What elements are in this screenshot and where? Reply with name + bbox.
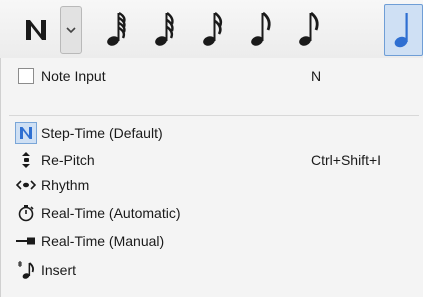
note-input-mode-button[interactable] [14, 8, 58, 50]
step-time-n-icon [15, 122, 37, 144]
note-input-n-icon [26, 20, 46, 40]
note-input-checkbox[interactable] [18, 68, 34, 84]
menu-item-note-input[interactable]: Note Input N [1, 63, 423, 89]
menu-item-label: Rhythm [41, 177, 90, 193]
32nd-note-icon [155, 12, 174, 46]
menu-item-label: Step-Time (Default) [41, 125, 163, 141]
duration-32nd-button[interactable] [146, 8, 184, 50]
menu-item-label: Real-Time (Manual) [41, 233, 165, 249]
menu-item-step-time[interactable]: Step-Time (Default) [1, 120, 423, 146]
menu-item-real-time-manual[interactable]: Real-Time (Manual) [1, 228, 423, 254]
menu-item-shortcut: Ctrl+Shift+I [311, 152, 382, 168]
re-pitch-icon [15, 149, 37, 171]
mode-dropdown-button[interactable] [60, 6, 82, 54]
duration-64th-button[interactable] [98, 8, 136, 50]
stopwatch-icon [15, 202, 37, 224]
eighth-note-icon [299, 11, 319, 46]
menu-item-label: Insert [41, 262, 77, 278]
duration-16th-button[interactable] [194, 8, 232, 50]
menu-item-shortcut: N [311, 68, 322, 84]
note-input-mode-menu: Note Input N Step-Time (Default) Re-Pitc… [0, 58, 423, 297]
note-input-toolbar [0, 0, 423, 59]
duration-quarter-button[interactable] [384, 4, 423, 56]
menu-item-rhythm[interactable]: Rhythm [1, 172, 423, 198]
menu-item-label: Real-Time (Automatic) [41, 205, 181, 221]
16th-note-icon [203, 11, 223, 46]
note-input-checkbox-wrap [15, 65, 37, 87]
menu-item-re-pitch[interactable]: Re-Pitch Ctrl+Shift+I [1, 147, 423, 173]
insert-note-icon [15, 259, 37, 281]
menu-separator [9, 115, 419, 116]
real-time-manual-icon [15, 230, 37, 252]
menu-item-insert[interactable]: Insert [1, 257, 423, 283]
quarter-note-icon [394, 13, 408, 48]
64th-note-icon [107, 11, 126, 46]
chevron-down-icon [66, 27, 76, 34]
duration-eighth-button[interactable] [242, 8, 280, 50]
eighth-note-icon [251, 11, 271, 46]
duration-eighth-alt-button[interactable] [290, 8, 328, 50]
menu-item-label: Note Input [41, 68, 106, 84]
rhythm-icon [15, 174, 37, 196]
menu-item-real-time-automatic[interactable]: Real-Time (Automatic) [1, 200, 423, 226]
menu-item-label: Re-Pitch [41, 152, 95, 168]
